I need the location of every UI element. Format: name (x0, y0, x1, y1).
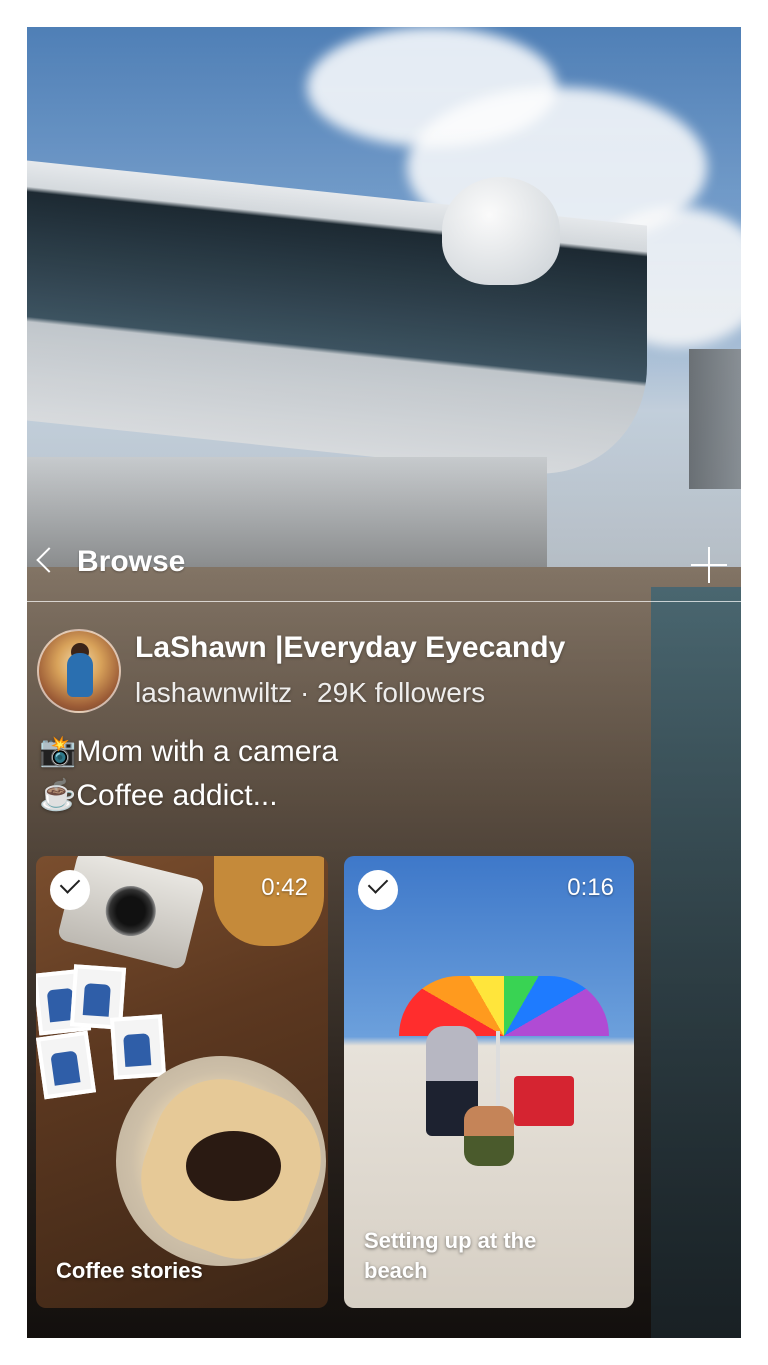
video-card-beach[interactable]: 0:16 Setting up at the beach (344, 856, 634, 1308)
back-button[interactable]: Browse (27, 532, 217, 588)
coffee-grounds (186, 1131, 281, 1201)
avatar-figure (67, 653, 93, 697)
video-title: Coffee stories (56, 1258, 203, 1283)
photo-print (36, 1030, 97, 1100)
video-card-coffee-stories[interactable]: 0:42 Coffee stories (36, 856, 328, 1308)
igtv-channel-screen: Browse LaShawn |Everyday Eyecandy lashaw… (27, 27, 741, 1338)
plus-icon[interactable] (691, 547, 727, 583)
bio-line: ☕Coffee addict... (39, 779, 278, 812)
video-title: Setting up at the beach (364, 1228, 537, 1283)
profile-meta: lashawnwiltz · 29K followers (135, 677, 486, 708)
umbrella-illustration (399, 976, 609, 1036)
top-bar: Browse (27, 532, 741, 602)
divider (27, 601, 741, 602)
back-label: Browse (77, 545, 186, 578)
video-duration: 0:42 (261, 874, 308, 901)
avatar[interactable] (37, 629, 121, 713)
check-icon[interactable] (358, 870, 398, 910)
photo-print (109, 1014, 167, 1080)
video-duration: 0:16 (567, 874, 614, 901)
beach-chair (514, 1076, 574, 1126)
child-figure (464, 1106, 514, 1166)
chevron-left-icon (36, 547, 62, 573)
camera-lens (100, 880, 162, 942)
check-icon[interactable] (50, 870, 90, 910)
profile-name[interactable]: LaShawn |Everyday Eyecandy (135, 631, 565, 665)
bio-line: 📸Mom with a camera (39, 735, 339, 768)
